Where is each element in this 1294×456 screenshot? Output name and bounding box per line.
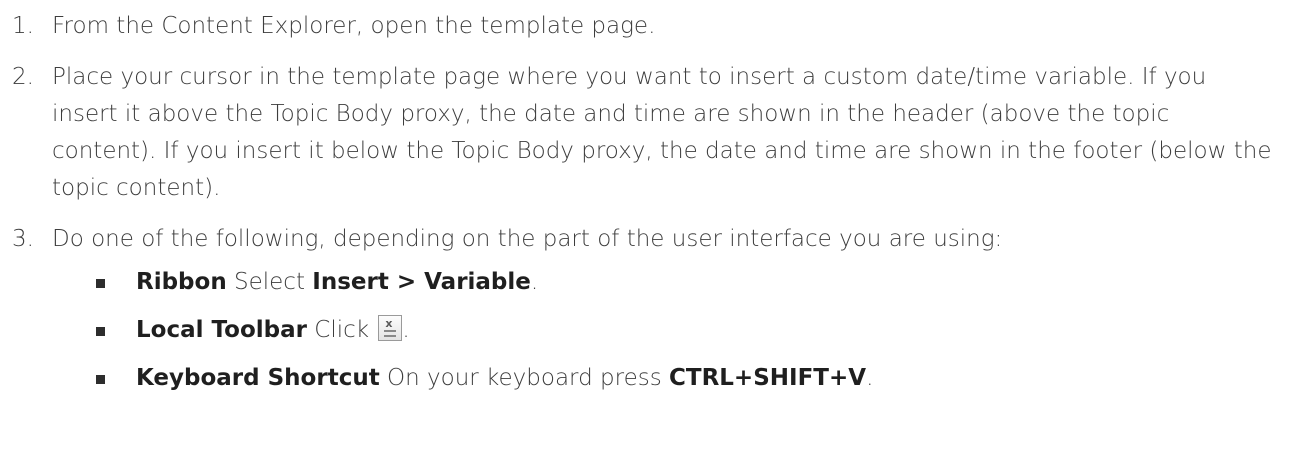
- step-1: 1. From the Content Explorer, open the t…: [12, 8, 1274, 45]
- option-punct: .: [530, 269, 539, 295]
- option-local-toolbar: Local Toolbar Click x.: [96, 312, 1274, 349]
- option-punct: .: [402, 317, 410, 343]
- shortcut-keys: CTRL+SHIFT+V: [669, 365, 867, 391]
- step-2: 2. Place your cursor in the template pag…: [12, 59, 1274, 207]
- step-text: Place your cursor in the template page w…: [52, 64, 1272, 201]
- step-body: Do one of the following, depending on th…: [52, 221, 1274, 408]
- step-text: From the Content Explorer, open the temp…: [52, 13, 656, 39]
- menu-path: Insert > Variable: [312, 269, 531, 295]
- option-list: Ribbon Select Insert > Variable. Local T…: [52, 264, 1274, 397]
- option-label: Keyboard Shortcut: [136, 365, 380, 391]
- step-number: 2.: [12, 64, 34, 90]
- procedure-steps: 1. From the Content Explorer, open the t…: [12, 8, 1274, 422]
- option-keyboard-shortcut: Keyboard Shortcut On your keyboard press…: [96, 360, 1274, 397]
- option-text: Click: [306, 317, 377, 343]
- bullet-icon: [96, 279, 105, 288]
- bullet-icon: [96, 327, 105, 336]
- bullet-icon: [96, 375, 105, 384]
- step-number: 3.: [12, 226, 34, 252]
- step-number: 1.: [12, 13, 34, 39]
- option-text: Select: [226, 269, 313, 295]
- option-punct: .: [866, 365, 874, 391]
- step-3: 3. Do one of the following, depending on…: [12, 221, 1274, 408]
- option-label: Local Toolbar: [136, 317, 307, 343]
- option-text: On your keyboard press: [379, 365, 669, 391]
- option-label: Ribbon: [136, 269, 227, 295]
- insert-variable-icon: x: [378, 315, 403, 341]
- step-text: Do one of the following, depending on th…: [52, 226, 1003, 252]
- option-ribbon: Ribbon Select Insert > Variable.: [96, 264, 1274, 301]
